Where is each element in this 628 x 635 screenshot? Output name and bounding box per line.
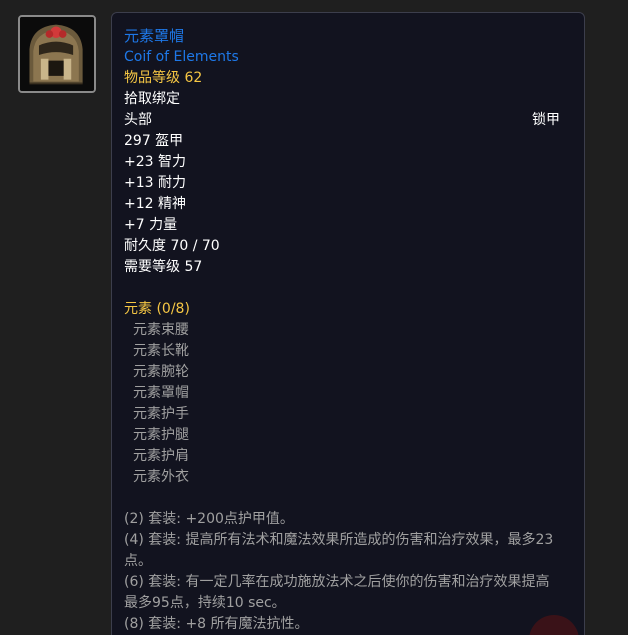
- item-binding: 拾取绑定: [124, 91, 180, 107]
- set-piece[interactable]: 元素腕轮: [124, 362, 572, 383]
- item-tooltip: 元素罩帽 Coif of Elements 物品等级 62 拾取绑定 头部 锁甲…: [111, 12, 585, 635]
- set-piece[interactable]: 元素长靴: [124, 341, 572, 362]
- set-piece[interactable]: 元素外衣: [124, 467, 572, 488]
- item-armor: 297 盔甲: [124, 133, 184, 149]
- set-piece[interactable]: 元素护腿: [124, 425, 572, 446]
- set-title[interactable]: 元素 (0/8): [124, 299, 572, 320]
- item-name[interactable]: 元素罩帽: [124, 25, 572, 47]
- set-piece[interactable]: 元素束腰: [124, 320, 572, 341]
- set-piece[interactable]: 元素罩帽: [124, 383, 572, 404]
- item-stat: +13 耐力: [124, 175, 186, 191]
- set-bonus: (6) 套装: 有一定几率在成功施放法术之后使你的伤害和治疗效果提高最多95点，…: [124, 574, 550, 611]
- item-level: 物品等级 62: [124, 70, 203, 86]
- item-stat: +12 精神: [124, 196, 186, 212]
- item-durability: 耐久度 70 / 70: [124, 238, 220, 254]
- item-armor-type: 锁甲: [532, 112, 560, 128]
- set-bonus: (4) 套装: 提高所有法术和魔法效果所造成的伤害和治疗效果，最多23点。: [124, 532, 554, 569]
- item-required-level: 需要等级 57: [124, 259, 203, 275]
- set-bonus: (8) 套装: +8 所有魔法抗性。: [124, 616, 309, 632]
- set-piece[interactable]: 元素护肩: [124, 446, 572, 467]
- item-slot-row: 头部 锁甲: [124, 110, 572, 131]
- item-stat: +23 智力: [124, 154, 186, 170]
- leather-coif-helmet-icon[interactable]: [18, 15, 96, 93]
- item-tooltip-page: 元素罩帽 Coif of Elements 物品等级 62 拾取绑定 头部 锁甲…: [0, 0, 628, 635]
- item-stat: +7 力量: [124, 217, 178, 233]
- item-slot: 头部: [124, 112, 152, 128]
- set-bonus: (2) 套装: +200点护甲值。: [124, 511, 294, 527]
- item-name-english: Coif of Elements: [124, 49, 239, 65]
- set-piece[interactable]: 元素护手: [124, 404, 572, 425]
